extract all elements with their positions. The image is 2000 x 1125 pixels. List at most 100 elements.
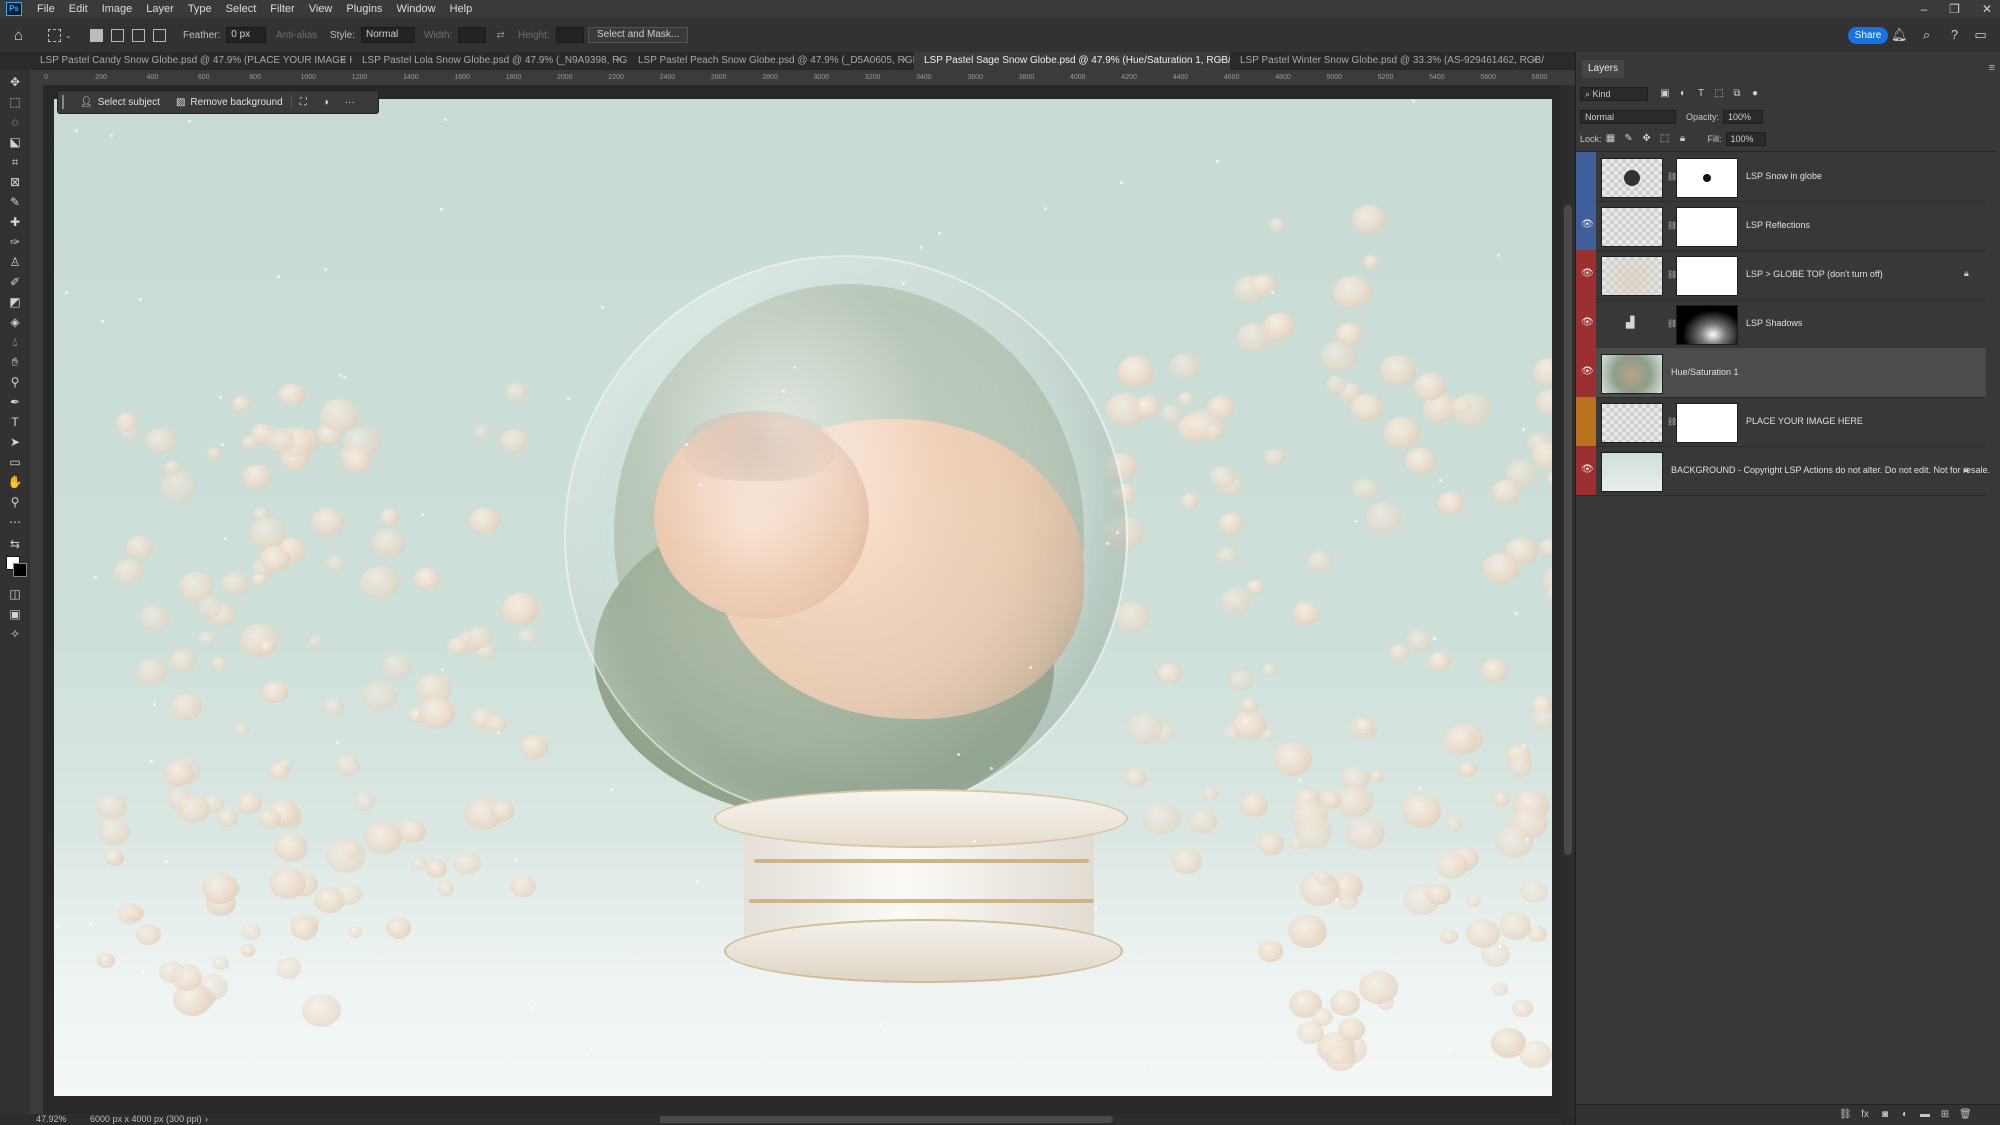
adjust-icon[interactable]: ◑: [315, 91, 337, 113]
layer-mask-thumbnail[interactable]: [1676, 305, 1738, 345]
vertical-scrollbar[interactable]: [1561, 85, 1575, 1114]
swap-colors-icon[interactable]: ⇆: [7, 536, 23, 552]
minimize-button[interactable]: –: [1920, 2, 1927, 16]
menu-layer[interactable]: Layer: [139, 3, 181, 15]
layer-name[interactable]: LSP Snow in globe: [1746, 152, 1822, 201]
bell-icon[interactable]: 🔔︎: [1891, 27, 1908, 42]
clone-stamp-tool-icon[interactable]: ♙: [7, 254, 23, 270]
select-and-mask-button[interactable]: Select and Mask...: [588, 27, 689, 43]
tab-sage[interactable]: LSP Pastel Sage Snow Globe.psd @ 47.9% (…: [914, 52, 1230, 70]
marquee-tool-icon[interactable]: ⬚: [7, 94, 23, 110]
intersect-selection-icon[interactable]: [153, 28, 166, 42]
new-adjustment-icon[interactable]: ◐: [1899, 1109, 1911, 1121]
visibility-eye-icon[interactable]: 👁︎: [1581, 366, 1594, 377]
selection-mode-icons[interactable]: [86, 18, 170, 52]
menu-view[interactable]: View: [302, 3, 340, 15]
panel-menu-icon[interactable]: ≡: [1989, 62, 1995, 74]
crop-tool-icon[interactable]: ⌗: [7, 154, 23, 170]
add-mask-icon[interactable]: ◙: [1879, 1109, 1891, 1121]
subtract-selection-icon[interactable]: [132, 28, 145, 42]
generative-icon[interactable]: ✧: [7, 626, 23, 642]
search-icon[interactable]: ⌕: [1919, 27, 1934, 42]
zoom-tool-icon[interactable]: ⚲: [7, 494, 23, 510]
filter-type-icon[interactable]: T: [1695, 88, 1707, 100]
layer-mask-thumbnail[interactable]: [1676, 403, 1738, 443]
canvas-image[interactable]: [54, 99, 1552, 1096]
layer-mask-thumbnail[interactable]: [1676, 207, 1738, 247]
menu-plugins[interactable]: Plugins: [339, 3, 389, 15]
link-icon[interactable]: ⛓︎: [1667, 417, 1677, 427]
lock-pixels-icon[interactable]: ✎: [1623, 133, 1635, 145]
link-icon[interactable]: ⛓︎: [1667, 319, 1677, 329]
healing-brush-tool-icon[interactable]: ✚: [7, 214, 23, 230]
quick-mask-icon[interactable]: ◫: [7, 586, 23, 602]
help-icon[interactable]: ?: [1947, 27, 1962, 42]
lock-artboard-icon[interactable]: ⬚: [1659, 133, 1671, 145]
tab-lola[interactable]: LSP Pastel Lola Snow Globe.psd @ 47.9% (…: [352, 52, 628, 70]
lock-position-icon[interactable]: ✥: [1641, 133, 1653, 145]
tab-candy[interactable]: LSP Pastel Candy Snow Globe.psd @ 47.9% …: [30, 52, 352, 70]
filter-toggle-icon[interactable]: ●: [1749, 88, 1761, 100]
fill-input[interactable]: 100%: [1725, 132, 1766, 146]
lock-all-icon[interactable]: 🔒︎: [1677, 133, 1689, 145]
layer-thumbnail[interactable]: [1601, 158, 1663, 198]
filter-adjustment-icon[interactable]: ◐: [1677, 88, 1689, 100]
visibility-eye-icon[interactable]: 👁︎: [1581, 268, 1594, 279]
swap-icon[interactable]: ⇄: [496, 30, 504, 41]
more-tools-icon[interactable]: ⋯: [7, 514, 23, 530]
layer-name[interactable]: LSP Reflections: [1746, 201, 1810, 250]
filter-smart-object-icon[interactable]: ⧉: [1731, 88, 1743, 100]
filter-pixel-icon[interactable]: ▣: [1659, 88, 1671, 100]
new-layer-icon[interactable]: ⊞: [1939, 1109, 1951, 1121]
width-input[interactable]: [458, 27, 487, 43]
screen-mode-icon[interactable]: ▣: [7, 606, 23, 622]
layer-name[interactable]: LSP > GLOBE TOP (don't turn off): [1746, 250, 1883, 299]
photoshop-logo-icon[interactable]: Ps: [6, 2, 22, 16]
menu-select[interactable]: Select: [219, 3, 264, 15]
hand-tool-icon[interactable]: ✋: [7, 474, 23, 490]
layer-name[interactable]: LSP Shadows: [1746, 299, 1802, 348]
layer-thumbnail[interactable]: [1601, 354, 1663, 394]
lasso-tool-icon[interactable]: ◌: [7, 114, 23, 130]
height-input[interactable]: [555, 27, 584, 43]
layer-row[interactable]: ⛓︎ LSP Snow in globe: [1576, 152, 1986, 202]
anti-alias-checkbox[interactable]: Anti-alias: [276, 18, 317, 52]
eraser-tool-icon[interactable]: ◩: [7, 294, 23, 310]
move-tool-icon[interactable]: ✥: [7, 74, 23, 90]
layer-mask-thumbnail[interactable]: [1676, 256, 1738, 296]
menu-filter[interactable]: Filter: [263, 3, 301, 15]
filter-kind-select[interactable]: ⌕ Kind: [1580, 87, 1648, 101]
share-button[interactable]: Share: [1848, 27, 1888, 44]
eyedropper-tool-icon[interactable]: ✎: [7, 194, 23, 210]
background-color-swatch[interactable]: [13, 563, 27, 577]
menu-file[interactable]: File: [30, 3, 62, 15]
layer-thumbnail[interactable]: [1601, 256, 1663, 296]
layer-name[interactable]: Hue/Saturation 1: [1671, 348, 1739, 397]
history-brush-tool-icon[interactable]: ✐: [7, 274, 23, 290]
transform-icon[interactable]: ⛶: [292, 91, 315, 113]
visibility-eye-icon[interactable]: 👁︎: [1581, 317, 1594, 328]
more-options-button[interactable]: ···: [337, 91, 363, 113]
path-selection-tool-icon[interactable]: ➤: [7, 434, 23, 450]
visibility-eye-icon[interactable]: 👁︎: [1581, 219, 1594, 230]
workspace-icon[interactable]: ▭: [1973, 27, 1988, 42]
type-tool-icon[interactable]: T: [7, 414, 23, 430]
filter-shape-icon[interactable]: ⬚: [1713, 88, 1725, 100]
layer-row[interactable]: 👁︎ BACKGROUND - Copyright LSP Actions do…: [1576, 446, 1990, 496]
tab-close-icon[interactable]: ×: [616, 52, 622, 70]
gradient-tool-icon[interactable]: ◈: [7, 314, 23, 330]
opacity-input[interactable]: 100%: [1723, 110, 1764, 124]
layer-row[interactable]: 👁︎ ⛓︎ LSP > GLOBE TOP (don't turn off) 🔒…: [1576, 250, 1986, 300]
layer-thumbnail[interactable]: [1601, 207, 1663, 247]
layer-row[interactable]: ⛓︎ PLACE YOUR IMAGE HERE: [1576, 397, 1986, 447]
close-button[interactable]: ✕: [1982, 2, 1992, 16]
style-select[interactable]: Normal: [361, 27, 416, 43]
zoom-level[interactable]: 47.92%: [36, 1114, 67, 1124]
lock-transparent-icon[interactable]: ▦: [1605, 133, 1617, 145]
layer-row[interactable]: 👁︎ ⛓︎ LSP Reflections: [1576, 201, 1986, 251]
remove-background-button[interactable]: ▨ Remove background: [168, 91, 291, 113]
restore-button[interactable]: ❐: [1949, 2, 1960, 16]
layer-name[interactable]: BACKGROUND - Copyright LSP Actions do no…: [1671, 446, 1990, 495]
tab-close-icon[interactable]: ×: [902, 52, 908, 70]
object-selection-tool-icon[interactable]: ⬕: [7, 134, 23, 150]
